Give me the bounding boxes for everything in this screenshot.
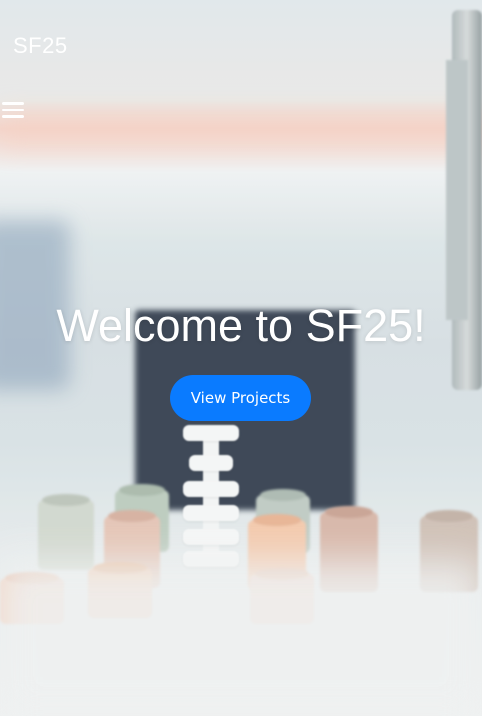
menu-line: [2, 108, 24, 111]
page: SF25 Welcome to SF25! View Projects: [0, 0, 482, 716]
menu-line: [2, 102, 24, 105]
hero-overlay: [0, 0, 482, 716]
brand-logo-text[interactable]: SF25: [13, 33, 68, 59]
hamburger-menu-icon[interactable]: [2, 102, 24, 120]
menu-line: [2, 115, 24, 118]
view-projects-button[interactable]: View Projects: [170, 375, 311, 421]
hero-title: Welcome to SF25!: [56, 300, 426, 351]
